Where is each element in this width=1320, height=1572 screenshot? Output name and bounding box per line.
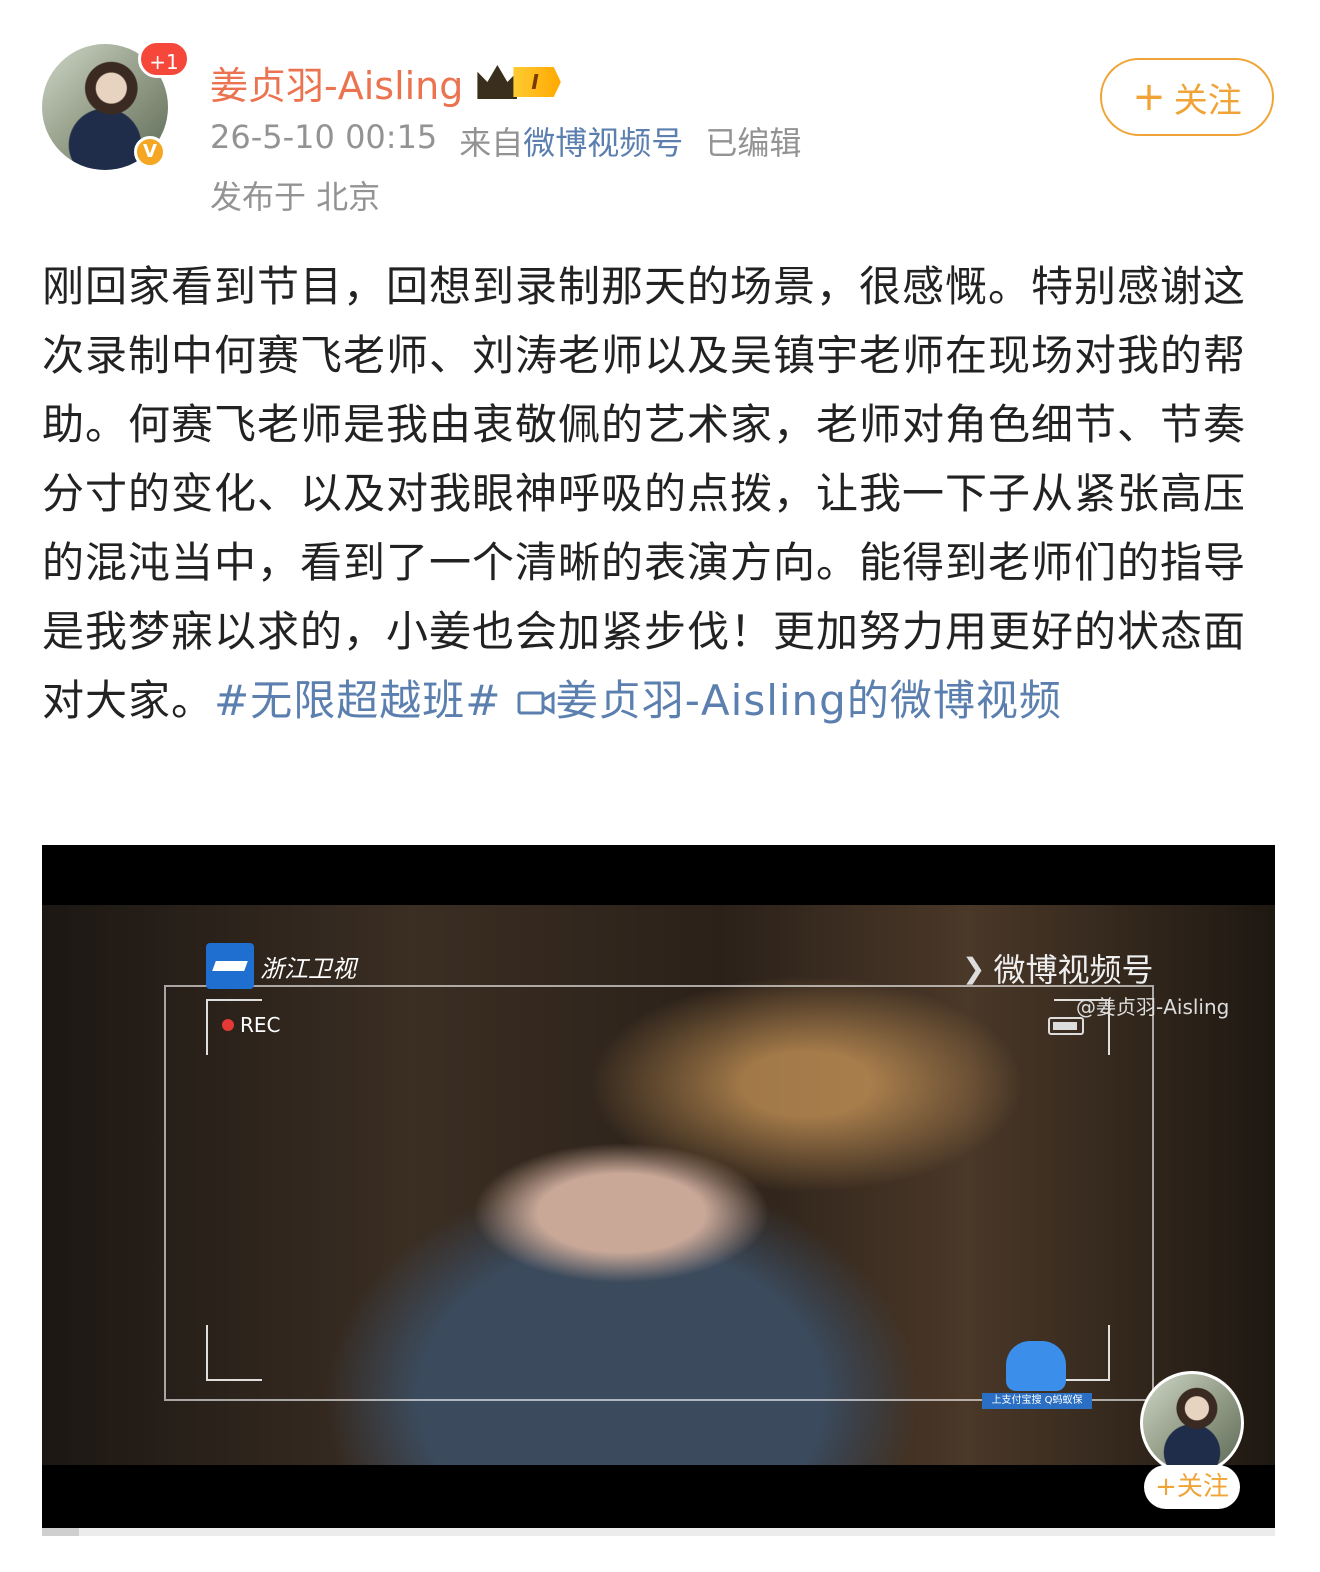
post-location: 发布于 北京: [210, 178, 381, 216]
notification-badge: +1: [138, 40, 190, 78]
vip-badge[interactable]: I: [477, 64, 561, 100]
sponsor-label: 上支付宝搜 Q蚂蚁保: [982, 1393, 1092, 1409]
mascot-icon: [1006, 1341, 1066, 1391]
rec-label: REC: [240, 1013, 281, 1037]
post-timestamp: 26-5-10 00:15: [210, 118, 438, 156]
follow-label: 关注: [1173, 80, 1242, 121]
battery-icon: [1048, 1017, 1084, 1035]
record-dot-icon: [222, 1019, 234, 1031]
verified-badge-icon: V: [134, 136, 166, 168]
video-player[interactable]: 浙江卫视 REC ❯ 微博视频号 @姜贞羽-Aisling 上支付宝搜 Q蚂蚁保…: [42, 845, 1275, 1535]
post-body-text: 刚回家看到节目，回想到录制那天的场景，很感慨。特别感谢这次录制中何赛飞老师、刘涛…: [42, 262, 1247, 725]
arrow-right-icon: ❯: [962, 951, 986, 985]
author-avatar-wrap[interactable]: +1 V: [42, 40, 190, 170]
sponsor-mascot: 上支付宝搜 Q蚂蚁保: [982, 1341, 1092, 1411]
source-prefix: 来自: [459, 124, 524, 162]
video-follow-button[interactable]: +关注: [1144, 1465, 1240, 1509]
crown-icon: [477, 65, 518, 99]
progress-fill: [42, 1528, 79, 1536]
edited-label[interactable]: 已编辑: [705, 118, 801, 164]
follow-button[interactable]: + 关注: [1100, 58, 1274, 136]
username[interactable]: 姜贞羽-Aisling: [210, 55, 463, 110]
vip-level: I: [513, 67, 561, 97]
hashtag-link[interactable]: #无限超越班#: [214, 676, 501, 725]
zhejiang-tv-icon: [206, 943, 254, 989]
channel-name: 浙江卫视: [260, 954, 356, 983]
weibo-watermark: ❯ 微博视频号: [962, 945, 1153, 991]
rec-indicator: REC: [222, 1013, 281, 1037]
frame-corner: [206, 1325, 262, 1381]
channel-logo: 浙江卫视: [206, 943, 356, 989]
plus-icon: +: [1132, 74, 1166, 120]
video-author-avatar[interactable]: [1140, 1371, 1244, 1475]
video-icon: [517, 691, 555, 715]
post-source: 来自微博视频号: [459, 118, 683, 164]
video-progress-bar[interactable]: [42, 1528, 1275, 1536]
video-link-label: 姜贞羽-Aisling的微博视频: [555, 676, 1062, 725]
source-link[interactable]: 微博视频号: [523, 124, 683, 162]
watermark-user: @姜贞羽-Aisling: [1076, 995, 1230, 1019]
video-link[interactable]: 姜贞羽-Aisling的微博视频: [516, 676, 1062, 725]
watermark-text: 微博视频号: [993, 951, 1154, 989]
name-row: 姜贞羽-Aisling I: [210, 56, 561, 108]
post-body: 刚回家看到节目，回想到录制那天的场景，很感慨。特别感谢这次录制中何赛飞老师、刘涛…: [42, 252, 1278, 735]
post-meta: 26-5-10 00:15 来自微博视频号 已编辑: [210, 118, 801, 164]
camera-frame: [164, 985, 1154, 1401]
